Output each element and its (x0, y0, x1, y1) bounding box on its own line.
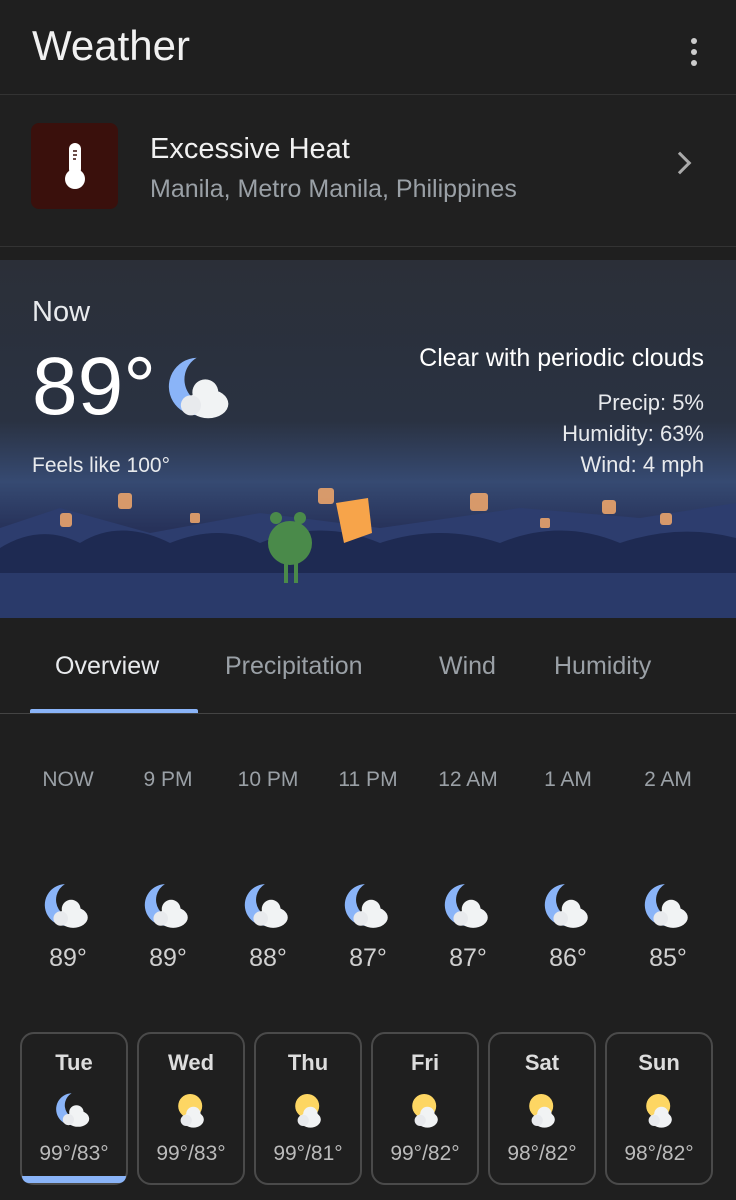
alert-title: Excessive Heat (150, 133, 350, 165)
day-label: Fri (410, 1050, 440, 1075)
condition-text: Clear with periodic clouds (419, 344, 704, 372)
day-temp-range: 98°/82° (624, 1142, 694, 1165)
current-temperature: 89° (32, 341, 157, 432)
moon-cloud-icon (142, 880, 194, 932)
humidity-stat: Humidity: 63% (562, 421, 704, 446)
day-temp-range: 99°/83° (39, 1142, 109, 1165)
sun-cloud-icon (405, 1090, 445, 1130)
day-label: Sat (524, 1050, 560, 1075)
thermometer-icon (31, 123, 118, 209)
day-label: Tue (55, 1050, 93, 1075)
tab-wind[interactable]: Wind (439, 652, 496, 681)
app-header: Weather (0, 0, 736, 95)
hour-temperature: 89° (49, 944, 87, 972)
tab-precipitation[interactable]: Precipitation (225, 652, 363, 681)
day-label: Sun (638, 1050, 680, 1075)
hour-label: 1 AM (544, 768, 592, 791)
sun-cloud-icon (522, 1090, 562, 1130)
tab-overview[interactable]: Overview (55, 652, 159, 681)
hour-label: 9 PM (143, 768, 193, 791)
hour-temperature: 87° (349, 944, 387, 972)
more-vert-icon[interactable] (690, 38, 698, 66)
night-lanterns-illustration (0, 488, 736, 618)
tab-humidity[interactable]: Humidity (554, 652, 651, 681)
moon-cloud-icon (342, 880, 394, 932)
day-temp-range: 99°/81° (273, 1142, 343, 1165)
moon-cloud-icon (242, 880, 294, 932)
now-label: Now (32, 296, 91, 328)
moon-cloud-icon (642, 880, 694, 932)
day-card[interactable]: Tue 99°/83° (20, 1032, 128, 1185)
hour-temperature: 88° (249, 944, 287, 972)
weather-alert[interactable]: Excessive Heat Manila, Metro Manila, Phi… (0, 95, 736, 247)
page-title: Weather (32, 22, 190, 69)
day-temp-range: 99°/82° (390, 1142, 460, 1165)
moon-cloud-icon (54, 1090, 94, 1130)
day-card[interactable]: Wed 99°/83° (137, 1032, 245, 1185)
sun-cloud-icon (639, 1090, 679, 1130)
day-label: Wed (167, 1050, 215, 1075)
precip-stat: Precip: 5% (597, 390, 704, 415)
day-temp-range: 99°/83° (156, 1142, 226, 1165)
hour-temperature: 89° (149, 944, 187, 972)
moon-cloud-icon (165, 352, 237, 424)
day-label: Thu (287, 1050, 329, 1075)
feels-like: Feels like 100° (32, 454, 170, 477)
hour-label: 10 PM (237, 768, 299, 791)
day-temp-range: 98°/82° (507, 1142, 577, 1165)
hour-temperature: 85° (649, 944, 687, 972)
hour-temperature: 86° (549, 944, 587, 972)
chevron-right-icon[interactable] (668, 151, 692, 175)
hour-label: NOW (42, 768, 94, 791)
sun-cloud-icon (288, 1090, 328, 1130)
hour-label: 11 PM (338, 768, 398, 791)
day-card[interactable]: Fri 99°/82° (371, 1032, 479, 1185)
day-card[interactable]: Sun 98°/82° (605, 1032, 713, 1185)
moon-cloud-icon (42, 880, 94, 932)
hour-label: 2 AM (644, 768, 692, 791)
hour-label: 12 AM (438, 768, 498, 791)
tab-bar: Overview Precipitation Wind Humidity (0, 618, 736, 714)
day-card[interactable]: Thu 99°/81° (254, 1032, 362, 1185)
hour-temperature: 87° (449, 944, 487, 972)
current-conditions: Now 89° Feels like 100° Clear with perio… (0, 260, 736, 618)
day-card[interactable]: Sat 98°/82° (488, 1032, 596, 1185)
moon-cloud-icon (442, 880, 494, 932)
alert-location: Manila, Metro Manila, Philippines (150, 175, 517, 203)
wind-stat: Wind: 4 mph (580, 452, 705, 477)
active-tab-indicator (30, 709, 198, 713)
selected-day-indicator (22, 1176, 126, 1183)
sun-cloud-icon (171, 1090, 211, 1130)
moon-cloud-icon (542, 880, 594, 932)
